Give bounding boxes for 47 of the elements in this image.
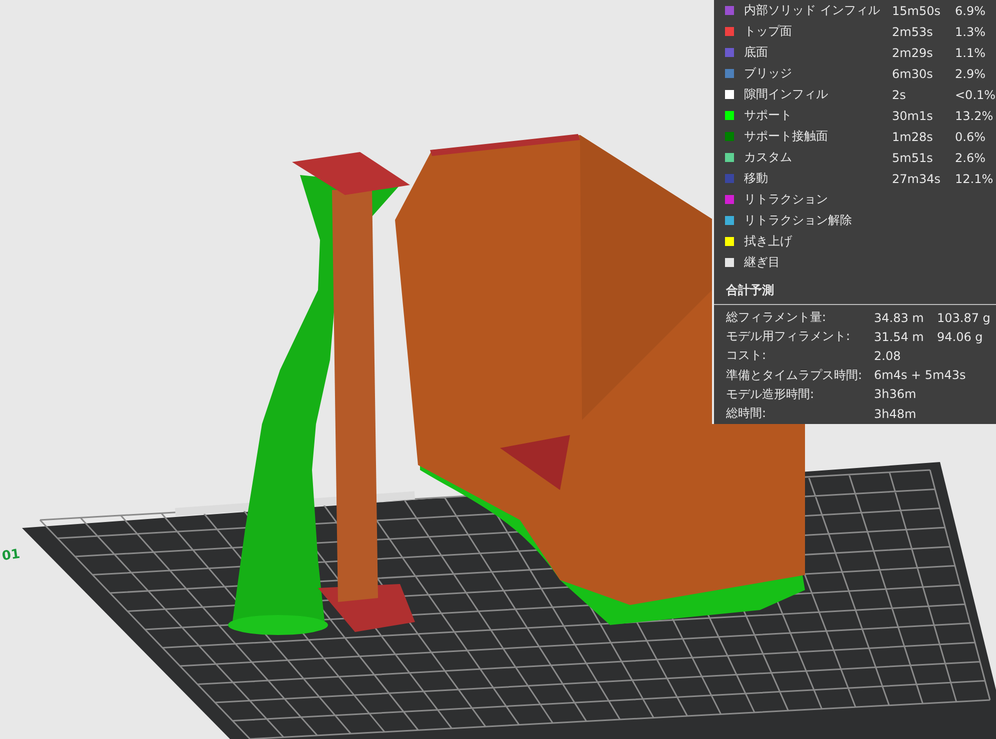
legend-percent: 2.9% — [955, 66, 986, 80]
legend-time: 6m30s — [892, 66, 934, 80]
legend-label: 隙間インフィル — [744, 86, 829, 103]
legend-percent: 12.1% — [955, 172, 994, 186]
legend-percent: <0.1% — [955, 88, 996, 102]
total-value: 6m4s + 5m43s — [874, 368, 967, 382]
total-label: 総時間: — [726, 405, 768, 422]
total-label: モデル造形時間: — [726, 386, 816, 403]
legend-time: 2m29s — [892, 46, 934, 60]
totals-title: 合計予測 — [714, 276, 996, 305]
total-label: 総フィラメント量: — [726, 309, 828, 326]
total-label: 準備とタイムラプス時間: — [726, 366, 864, 384]
legend-label: トップ面 — [744, 23, 793, 40]
legend-percent: 13.2% — [955, 108, 994, 122]
legend-label: 内部ソリッド インフィル — [744, 2, 881, 19]
total-value: 3h48m — [874, 406, 918, 421]
total-label: モデル用フィラメント: — [726, 328, 852, 346]
total-label: コスト: — [726, 347, 768, 364]
legend-time: 27m34s — [892, 172, 942, 186]
legend-label: 継ぎ目 — [744, 254, 781, 271]
legend-percent: 0.6% — [955, 130, 986, 144]
total-value: 2.08 — [874, 348, 902, 363]
legend-percent: 2.6% — [955, 150, 986, 164]
legend-label: リトラクション解除 — [744, 212, 853, 229]
total-value: 34.83 m — [874, 310, 925, 325]
total-value: 31.54 m — [874, 330, 925, 344]
legend-label: サポート — [744, 107, 793, 124]
total-value: 94.06 g — [937, 330, 984, 344]
total-value: 103.87 g — [937, 310, 992, 325]
legend-label: 拭き上げ — [744, 233, 794, 250]
legend-label: ブリッジ — [744, 65, 793, 82]
legend-percent: 1.1% — [955, 46, 986, 60]
legend-percent: 6.9% — [955, 4, 986, 18]
legend-time: 1m28s — [892, 130, 934, 144]
legend-time: 30m1s — [892, 108, 934, 122]
total-value: 3h36m — [874, 387, 918, 402]
legend-label: カスタム — [744, 149, 793, 166]
plate-number: 01 — [1, 546, 22, 564]
legend-label: リトラクション — [744, 191, 829, 208]
legend-label: 底面 — [744, 44, 769, 61]
legend-percent: 1.3% — [955, 24, 986, 38]
legend-time: 5m51s — [892, 150, 934, 164]
legend-label: サポート接触面 — [744, 128, 829, 145]
legend-time: 2s — [892, 88, 907, 102]
legend-label: 移動 — [744, 170, 769, 187]
legend-time: 15m50s — [892, 4, 942, 18]
legend-time: 2m53s — [892, 24, 934, 38]
